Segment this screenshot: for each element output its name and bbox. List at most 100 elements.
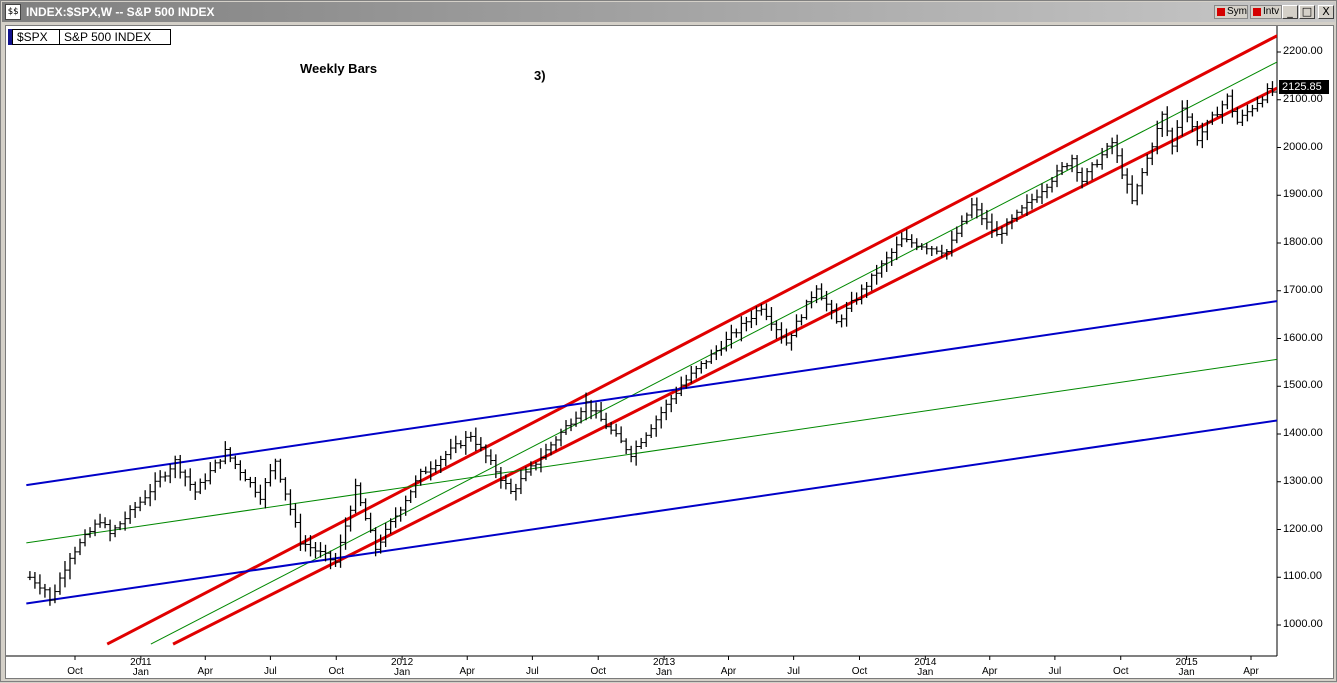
price-bar [162,471,168,482]
price-bar [964,212,970,225]
price-bar [242,469,248,482]
y-tick-label: 2200.00 [1283,45,1323,57]
x-month-label: Jan [917,667,934,678]
price-bar [869,273,875,291]
x-month-label: Jul [1048,666,1062,677]
price-bar [1044,183,1050,199]
price-bar [92,519,98,537]
red-upper-trendline[interactable] [106,33,1282,646]
price-bar [668,394,674,413]
price-bar [778,322,784,344]
price-bar [904,229,910,243]
price-bar [32,572,38,589]
price-bar [799,314,805,326]
price-bar [598,402,604,422]
price-bar [518,469,524,495]
price-bar [463,430,469,455]
green-mid-trendline[interactable] [26,358,1282,544]
price-bar [1004,218,1010,236]
price-bar [237,460,243,481]
price-bar [613,423,619,437]
price-bar [1229,89,1235,118]
price-bar [82,529,88,547]
price-bar [899,232,905,248]
price-bar [568,418,574,432]
price-bar [743,316,749,332]
price-bar [67,552,73,580]
price-bar [834,303,840,324]
price-bar [693,365,699,379]
x-month-label: Oct [851,666,868,677]
x-month-label: Apr [981,666,998,677]
price-bar [292,503,298,528]
price-bar [919,243,925,250]
price-bar [809,291,815,309]
price-chart[interactable] [1,1,1337,683]
price-bar [1064,162,1070,170]
price-bar [909,234,915,248]
price-bar [222,441,228,465]
price-bar [1089,162,1095,180]
x-month-label: Jan [1178,667,1195,678]
price-bar [623,438,629,455]
price-bar [177,454,183,479]
price-bar [793,314,799,338]
x-month-label: Jan [132,667,149,678]
price-bar [413,475,419,498]
y-tick-label: 2000.00 [1283,140,1323,153]
price-bar [1019,204,1025,216]
price-bar [1114,134,1120,163]
red-lower-trendline[interactable] [172,85,1282,646]
y-tick-label: 1700.00 [1283,283,1323,296]
price-bar [87,527,93,538]
price-bar [513,483,519,501]
price-bar [643,432,649,447]
price-bar [182,469,188,487]
price-bar [1164,106,1170,137]
x-month-label: Jan [656,667,673,678]
chart-window: $$ INDEX:$SPX,W -- S&P 500 INDEX Sym Int… [0,0,1337,682]
blue-lower-trendline[interactable] [26,419,1282,605]
price-bar [648,424,654,439]
price-bar [658,406,664,429]
y-tick-label: 1200.00 [1283,522,1323,535]
x-month-label: Oct [1112,666,1129,677]
price-bar [929,246,935,257]
price-bar [1184,99,1190,123]
x-month-label: Oct [67,666,83,677]
price-bar [42,583,48,598]
price-bar [172,455,178,479]
price-bar [212,459,218,473]
price-bar [1214,106,1220,118]
price-bar [698,361,704,374]
price-bar [252,476,258,498]
price-bar [954,226,960,244]
y-tick-label: 1300.00 [1283,474,1323,487]
price-bar [97,513,103,528]
x-month-label: Apr [1243,666,1259,677]
price-bar [1244,104,1250,122]
price-bar [247,476,253,488]
price-bar [338,534,344,568]
price-bar [1144,154,1150,176]
price-bar [703,359,709,369]
x-month-label: Jul [787,666,801,677]
price-bar [468,431,474,442]
price-bar [663,399,669,421]
blue-upper-trendline[interactable] [26,300,1282,487]
price-bar [408,489,414,503]
price-bar [788,333,794,351]
y-tick-label: 1100.00 [1283,570,1322,583]
price-bar [142,490,148,506]
price-bar [443,450,449,467]
price-bar [207,462,213,485]
price-bar [1074,155,1080,182]
price-bar [829,299,835,320]
last-price-label: 2125.85 [1279,80,1329,95]
x-month-label: Apr [459,666,476,677]
y-tick-label: 1400.00 [1283,427,1323,439]
y-tick-label: 1800.00 [1283,236,1323,248]
price-bar [618,426,624,444]
price-bar [217,459,223,469]
x-month-label: Apr [197,666,214,677]
